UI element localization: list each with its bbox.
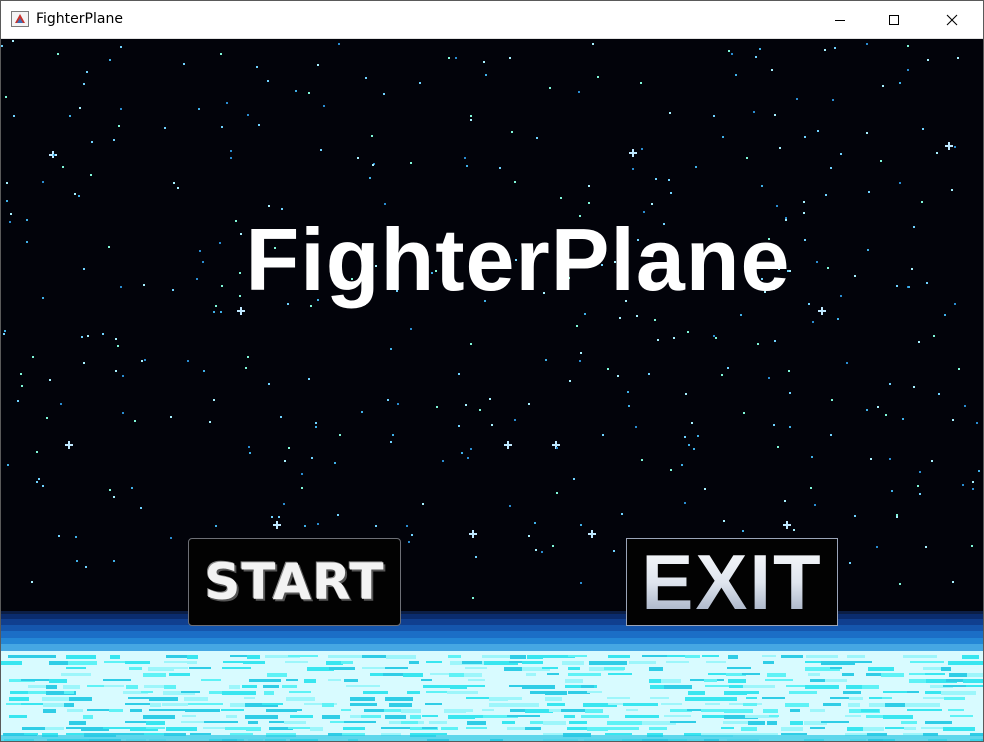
sea [1,651,983,741]
window-title: FighterPlane [36,11,123,27]
minimize-icon [835,19,845,21]
start-button[interactable]: START [188,538,401,626]
game-canvas[interactable]: FighterPlane START EXIT [1,39,983,741]
start-button-label: START [204,553,385,611]
maximize-icon [889,14,899,25]
minimize-button[interactable] [817,1,863,38]
app-window: FighterPlane FighterPlane START EXIT [0,0,984,742]
close-icon [946,14,958,25]
exit-button-label: EXIT [641,537,823,626]
maximize-button[interactable] [871,1,917,38]
exit-button[interactable]: EXIT [626,538,838,626]
close-button[interactable] [929,1,975,38]
java-app-icon [11,11,29,27]
title-bar[interactable]: FighterPlane [1,1,983,39]
game-title: FighterPlane [245,210,791,309]
